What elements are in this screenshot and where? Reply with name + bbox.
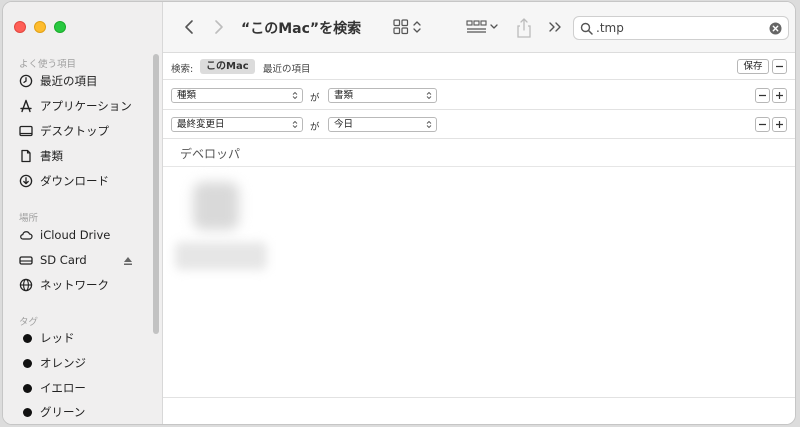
sidebar-item-downloads[interactable]: ダウンロード [19,172,109,190]
clock-icon [19,74,33,88]
desktop-icon [19,124,33,138]
close-button[interactable] [14,21,26,33]
scope-recents[interactable]: 最近の項目 [263,61,311,75]
sidebar-item-label: オレンジ [40,356,86,370]
back-chevron-icon[interactable] [181,17,199,37]
attribute-select[interactable]: 最終変更日 [171,117,303,132]
conjunction-label: が [310,93,320,104]
tag-dot-icon [19,405,33,419]
sidebar-item-label: SD Card [40,253,87,267]
minus-icon [776,65,783,68]
sidebar-section-favorites: よく使う項目 [19,59,77,70]
sidebar-item-network[interactable]: ネットワーク [19,276,109,294]
window-title: “このMac”を検索 [241,21,362,37]
minus-icon [759,123,766,126]
finder-window: よく使う項目 最近の項目 アプリケーション デスクトップ 書類 ダウンロード 場… [2,1,796,425]
sidebar-section-locations: 場所 [19,213,39,224]
plus-icon [776,92,783,99]
attribute-select[interactable]: 種類 [171,88,303,103]
results-group-header: デベロッパ [163,139,795,167]
eject-icon[interactable] [122,255,134,267]
sidebar-item-tag-orange[interactable]: オレンジ [19,354,86,372]
sidebar-item-label: 最近の項目 [40,74,98,88]
minus-icon [759,94,766,97]
main-pane: “このMac”を検索 .tmp 検索: このMac 最近の項目 保存 種類 が … [163,2,795,424]
window-controls [14,21,66,33]
sidebar-section-tags: タグ [19,317,39,328]
search-field[interactable]: .tmp [573,16,789,40]
tag-dot-icon [19,381,33,395]
add-criteria-button[interactable] [772,117,787,132]
sidebar-item-tag-yellow[interactable]: イエロー [19,379,86,397]
apps-icon [19,99,33,113]
tag-dot-icon [19,356,33,370]
sidebar-item-label: グリーン [40,405,86,419]
sidebar-item-tag-red[interactable]: レッド [19,329,75,347]
sidebar-item-sd-card[interactable]: SD Card [19,251,87,269]
attribute-select-value: 種類 [177,90,197,101]
remove-criteria-button[interactable] [755,88,770,103]
sidebar-item-label: デスクトップ [40,124,109,138]
up-down-arrows-icon [426,120,432,129]
sidebar-scrollbar[interactable] [153,54,159,334]
sidebar-item-label: ネットワーク [40,278,109,292]
scope-this-mac[interactable]: このMac [200,59,255,74]
value-select[interactable]: 今日 [328,117,437,132]
value-select[interactable]: 書類 [328,88,437,103]
search-icon [580,22,593,35]
document-icon [19,149,33,163]
value-select-value: 今日 [334,119,354,130]
sidebar: よく使う項目 最近の項目 アプリケーション デスクトップ 書類 ダウンロード 場… [3,2,163,424]
sidebar-item-documents[interactable]: 書類 [19,147,63,165]
grid-view-icon[interactable] [393,17,423,37]
add-criteria-button[interactable] [772,88,787,103]
result-item-icon-blurred[interactable] [193,182,239,230]
share-icon[interactable] [515,17,533,39]
scope-label: 検索: [171,64,194,75]
plus-icon [776,121,783,128]
globe-icon [19,278,33,292]
remove-scope-button[interactable] [772,59,787,74]
group-by-icon[interactable] [466,17,500,37]
up-down-arrows-icon [292,120,298,129]
up-down-arrows-icon [292,91,298,100]
clear-search-icon[interactable] [769,22,782,35]
sidebar-item-applications[interactable]: アプリケーション [19,97,132,115]
sidebar-item-label: iCloud Drive [40,228,111,242]
group-header-label: デベロッパ [180,147,241,161]
sidebar-item-label: 書類 [40,149,63,163]
sidebar-item-tag-green[interactable]: グリーン [19,403,85,421]
minimize-button[interactable] [34,21,46,33]
sidebar-item-label: イエロー [40,381,86,395]
drive-icon [19,253,33,267]
tag-dot-icon [19,331,33,345]
sidebar-item-icloud-drive[interactable]: iCloud Drive [19,226,110,244]
up-down-arrows-icon [426,91,432,100]
remove-criteria-button[interactable] [755,117,770,132]
sidebar-item-label: アプリケーション [40,99,132,113]
forward-chevron-icon[interactable] [209,17,227,37]
criteria-row: 種類 が 書類 [163,81,795,110]
zoom-button[interactable] [54,21,66,33]
cloud-icon [19,228,33,242]
search-input[interactable]: .tmp [596,21,624,35]
result-item-label-blurred [175,242,267,270]
value-select-value: 書類 [334,90,354,101]
sidebar-item-label: レッド [40,331,75,345]
path-bar-divider [163,397,795,398]
save-search-button[interactable]: 保存 [737,59,769,74]
more-chevrons-icon[interactable] [548,17,564,37]
search-scope-bar: 検索: このMac 最近の項目 保存 [163,53,795,80]
toolbar: “このMac”を検索 .tmp [163,2,795,53]
criteria-row: 最終変更日 が 今日 [163,110,795,139]
attribute-select-value: 最終変更日 [177,119,225,130]
sidebar-item-label: ダウンロード [40,174,109,188]
conjunction-label: が [310,122,320,133]
download-icon [19,174,33,188]
sidebar-item-recents[interactable]: 最近の項目 [19,72,98,90]
sidebar-item-desktop[interactable]: デスクトップ [19,122,109,140]
